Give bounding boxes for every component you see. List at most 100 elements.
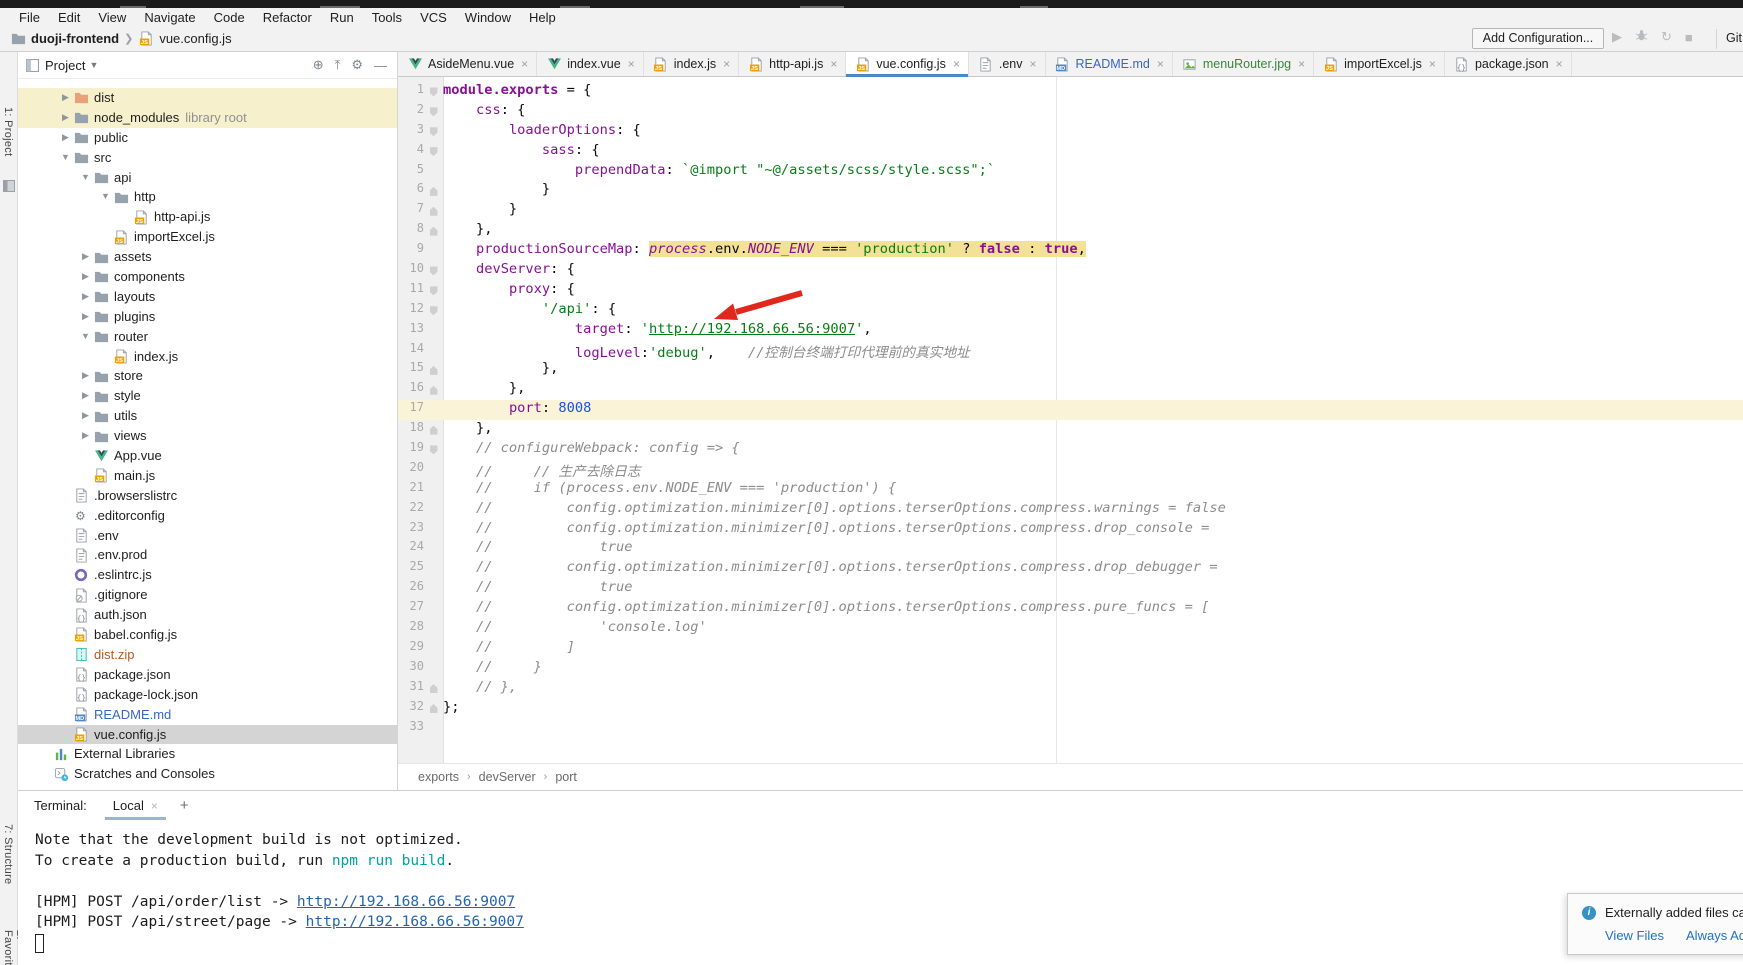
menu-view[interactable]: View [89, 8, 135, 27]
tree-item-.editorconfig[interactable]: ⚙.editorconfig [18, 506, 397, 526]
fold-marker[interactable] [424, 181, 443, 201]
view-files-link[interactable]: View Files [1605, 928, 1664, 943]
menu-code[interactable]: Code [205, 8, 254, 27]
menu-edit[interactable]: Edit [49, 8, 89, 27]
chevron-icon[interactable]: ▶ [78, 247, 93, 267]
close-icon[interactable]: × [1157, 57, 1164, 71]
breadcrumb-port[interactable]: port [555, 770, 577, 784]
terminal-cursor[interactable] [35, 934, 44, 953]
chevron-icon[interactable]: ▶ [78, 426, 93, 446]
close-icon[interactable]: × [628, 57, 635, 71]
close-icon[interactable]: × [1298, 57, 1305, 71]
chevron-icon[interactable]: ▼ [78, 327, 93, 347]
fold-marker[interactable] [424, 261, 443, 281]
tree-item-components[interactable]: ▶components [18, 267, 397, 287]
tab-http-api.js[interactable]: JShttp-api.js× [739, 52, 846, 76]
sidebar-tab-structure[interactable]: 7: Structure [2, 824, 14, 884]
code-line-33[interactable]: 33 [398, 719, 1743, 739]
terminal-link[interactable]: http://192.168.66.56:9007 [297, 894, 515, 910]
tree-item-layouts[interactable]: ▶layouts [18, 287, 397, 307]
tree-item-External Libraries[interactable]: External Libraries [18, 744, 397, 764]
code-line-24[interactable]: 24 // true [398, 539, 1743, 559]
hide-panel-icon[interactable]: — [374, 58, 387, 73]
menu-help[interactable]: Help [520, 8, 565, 27]
code-line-10[interactable]: 10 devServer: { [398, 261, 1743, 281]
code-line-31[interactable]: 31 // }, [398, 679, 1743, 699]
close-icon[interactable]: × [953, 57, 960, 71]
stop-icon[interactable]: ■ [1685, 30, 1693, 45]
code-editor[interactable]: 1module.exports = {2 css: {3 loaderOptio… [398, 77, 1743, 763]
chevron-icon[interactable]: ▶ [58, 108, 73, 128]
close-icon[interactable]: × [1556, 57, 1563, 71]
code-line-21[interactable]: 21 // if (process.env.NODE_ENV === 'prod… [398, 480, 1743, 500]
collapse-all-icon[interactable]: ⤒ [335, 57, 341, 73]
tree-item-.env.prod[interactable]: .env.prod [18, 545, 397, 565]
fold-marker[interactable] [424, 281, 443, 301]
chevron-icon[interactable]: ▶ [58, 128, 73, 148]
chevron-icon[interactable]: ▶ [78, 386, 93, 406]
tab-package.json[interactable]: {}package.json× [1445, 52, 1572, 76]
chevron-icon[interactable]: ▼ [98, 187, 113, 207]
breadcrumb-project[interactable]: duoji-frontend [31, 31, 119, 46]
tab-index.js[interactable]: JSindex.js× [644, 52, 739, 76]
code-line-11[interactable]: 11 proxy: { [398, 281, 1743, 301]
code-line-17[interactable]: 17 port: 8008 [398, 400, 1743, 420]
project-panel-title[interactable]: Project [45, 58, 85, 73]
code-line-8[interactable]: 8 }, [398, 221, 1743, 241]
tree-item-package.json[interactable]: {}package.json [18, 665, 397, 685]
code-line-2[interactable]: 2 css: { [398, 102, 1743, 122]
tab-menuRouter.jpg[interactable]: menuRouter.jpg× [1173, 52, 1314, 76]
project-tool-icon[interactable] [3, 180, 15, 192]
fold-marker[interactable] [424, 420, 443, 440]
code-line-7[interactable]: 7 } [398, 201, 1743, 221]
close-icon[interactable]: × [830, 57, 837, 71]
tree-item-.env[interactable]: .env [18, 526, 397, 546]
chevron-icon[interactable]: ▶ [58, 88, 73, 108]
code-line-12[interactable]: 12 '/api': { [398, 301, 1743, 321]
run-icon[interactable]: ▶ [1612, 29, 1622, 45]
code-line-5[interactable]: 5 prependData: `@import "~@/assets/scss/… [398, 162, 1743, 182]
chevron-icon[interactable]: ▶ [78, 307, 93, 327]
fold-marker[interactable] [424, 699, 443, 719]
breadcrumb-exports[interactable]: exports [418, 770, 459, 784]
tree-item-plugins[interactable]: ▶plugins [18, 307, 397, 327]
code-line-16[interactable]: 16 }, [398, 380, 1743, 400]
code-line-26[interactable]: 26 // true [398, 579, 1743, 599]
code-line-25[interactable]: 25 // config.optimization.minimizer[0].o… [398, 559, 1743, 579]
tree-item-.browserslistrc[interactable]: .browserslistrc [18, 486, 397, 506]
close-icon[interactable]: × [151, 799, 158, 813]
code-line-13[interactable]: 13 target: 'http://192.168.66.56:9007', [398, 321, 1743, 341]
fold-marker[interactable] [424, 440, 443, 460]
code-line-1[interactable]: 1module.exports = { [398, 82, 1743, 102]
menu-navigate[interactable]: Navigate [135, 8, 204, 27]
close-icon[interactable]: × [1429, 57, 1436, 71]
tree-item-router[interactable]: ▼router [18, 327, 397, 347]
tree-item-assets[interactable]: ▶assets [18, 247, 397, 267]
menu-tools[interactable]: Tools [363, 8, 411, 27]
tree-item-auth.json[interactable]: {}auth.json [18, 605, 397, 625]
code-line-9[interactable]: 9 productionSourceMap: process.env.NODE_… [398, 241, 1743, 261]
tab-importExcel.js[interactable]: JSimportExcel.js× [1314, 52, 1445, 76]
fold-marker[interactable] [424, 221, 443, 241]
code-line-32[interactable]: 32}; [398, 699, 1743, 719]
terminal-link[interactable]: http://192.168.66.56:9007 [306, 914, 524, 930]
tree-item-utils[interactable]: ▶utils [18, 406, 397, 426]
code-line-19[interactable]: 19 // configureWebpack: config => { [398, 440, 1743, 460]
fold-marker[interactable] [424, 380, 443, 400]
coverage-icon[interactable]: ↻ [1661, 29, 1672, 45]
code-line-18[interactable]: 18 }, [398, 420, 1743, 440]
code-line-6[interactable]: 6 } [398, 181, 1743, 201]
tree-item-vue.config.js[interactable]: JSvue.config.js [18, 725, 397, 745]
chevron-icon[interactable]: ▼ [78, 168, 93, 188]
tree-item-api[interactable]: ▼api [18, 168, 397, 188]
tree-item-views[interactable]: ▶views [18, 426, 397, 446]
menu-vcs[interactable]: VCS [411, 8, 456, 27]
tree-item-main.js[interactable]: JSmain.js [18, 466, 397, 486]
breadcrumb-file[interactable]: vue.config.js [159, 31, 231, 46]
add-configuration-button[interactable]: Add Configuration... [1472, 28, 1604, 49]
code-line-27[interactable]: 27 // config.optimization.minimizer[0].o… [398, 599, 1743, 619]
tree-item-public[interactable]: ▶public [18, 128, 397, 148]
tree-item-dist[interactable]: ▶dist [18, 88, 397, 108]
tree-item-src[interactable]: ▼src [18, 148, 397, 168]
tree-item-.gitignore[interactable]: .gitignore [18, 585, 397, 605]
